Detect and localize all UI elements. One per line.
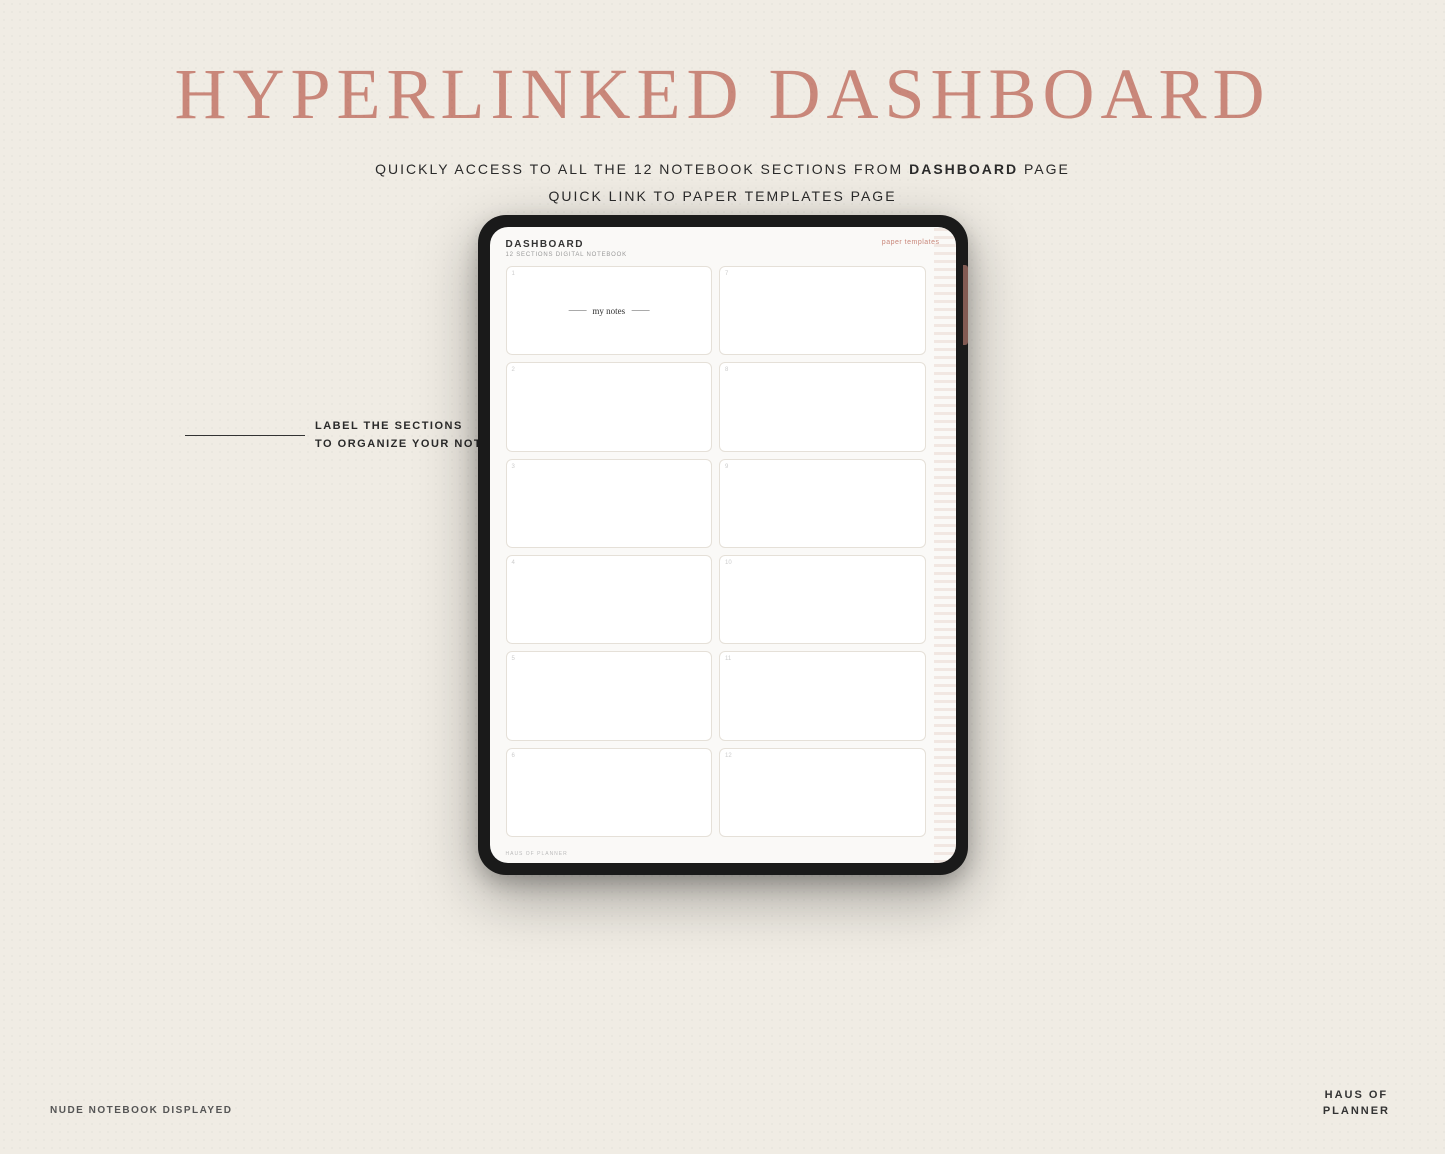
tablet-container: DASHBOARD 12 SECTIONS DIGITAL NOTEBOOK p… [478, 215, 968, 875]
cell-number-11: 11 [725, 656, 731, 662]
grid-cell-6[interactable]: 6 [506, 748, 713, 837]
grid-cell-5[interactable]: 5 [506, 651, 713, 740]
grid-cell-8[interactable]: 8 [719, 362, 926, 451]
cell-number-5: 5 [512, 656, 515, 662]
grid-cell-7[interactable]: 7 [719, 266, 926, 355]
cell-number-10: 10 [725, 560, 732, 566]
page-subtitle: QUICKLY ACCESS TO ALL THE 12 NOTEBOOK SE… [0, 156, 1445, 209]
cell-number-12: 12 [725, 753, 732, 759]
annotation-line [185, 435, 305, 436]
grid-cell-3[interactable]: 3 [506, 459, 713, 548]
cell-number-8: 8 [725, 367, 728, 373]
grid-cell-11[interactable]: 11 [719, 651, 926, 740]
annotation-text: LABEL THE SECTIONS TO ORGANIZE YOUR NOTE… [315, 418, 500, 453]
cell-number-3: 3 [512, 464, 515, 470]
screen-footer: HAUS OF PLANNER [490, 847, 956, 863]
grid-cell-9[interactable]: 9 [719, 459, 926, 548]
cell-number-4: 4 [512, 560, 515, 566]
cell-number-9: 9 [725, 464, 728, 470]
dashboard-title: DASHBOARD [506, 239, 627, 250]
dashboard-header-left: DASHBOARD 12 SECTIONS DIGITAL NOTEBOOK [506, 239, 627, 258]
bottom-left-label: NUDE NOTEBOOK DISPLAYED [50, 1105, 232, 1116]
brand-haus-line1: HAUS OF [1323, 1088, 1390, 1103]
cell-number-2: 2 [512, 367, 515, 373]
cell-number-7: 7 [725, 271, 728, 277]
brand-haus-line2: PLANNER [1323, 1104, 1390, 1119]
dashboard-header: DASHBOARD 12 SECTIONS DIGITAL NOTEBOOK p… [490, 227, 956, 262]
paper-templates-link[interactable]: paper templates [882, 239, 940, 246]
subtitle-line2: QUICK LINK TO PAPER TEMPLATES PAGE [0, 183, 1445, 210]
tablet-frame: DASHBOARD 12 SECTIONS DIGITAL NOTEBOOK p… [478, 215, 968, 875]
grid-cell-12[interactable]: 12 [719, 748, 926, 837]
bottom-right-brand: HAUS OF PLANNER [1323, 1088, 1390, 1119]
grid-cell-1[interactable]: 1 my notes [506, 266, 713, 355]
dashboard-notebook-subtitle: 12 SECTIONS DIGITAL NOTEBOOK [506, 252, 627, 258]
grid-cell-4[interactable]: 4 [506, 555, 713, 644]
annotation-left: LABEL THE SECTIONS TO ORGANIZE YOUR NOTE… [185, 418, 500, 453]
dashboard-grid: 1 my notes 7 2 [490, 262, 956, 847]
footer-brand: HAUS OF PLANNER [506, 851, 940, 857]
cell-label-1: my notes [568, 306, 649, 316]
cell-number-1: 1 [512, 271, 515, 277]
subtitle-line1: QUICKLY ACCESS TO ALL THE 12 NOTEBOOK SE… [0, 156, 1445, 183]
cell-number-6: 6 [512, 753, 515, 759]
grid-cell-2[interactable]: 2 [506, 362, 713, 451]
screen-inner: DASHBOARD 12 SECTIONS DIGITAL NOTEBOOK p… [490, 227, 956, 863]
grid-cell-10[interactable]: 10 [719, 555, 926, 644]
page-main-title: HYPERLINKED DASHBOARD [0, 0, 1445, 134]
tablet-screen: DASHBOARD 12 SECTIONS DIGITAL NOTEBOOK p… [490, 227, 956, 863]
cell-label-line-1: my notes [568, 306, 649, 316]
